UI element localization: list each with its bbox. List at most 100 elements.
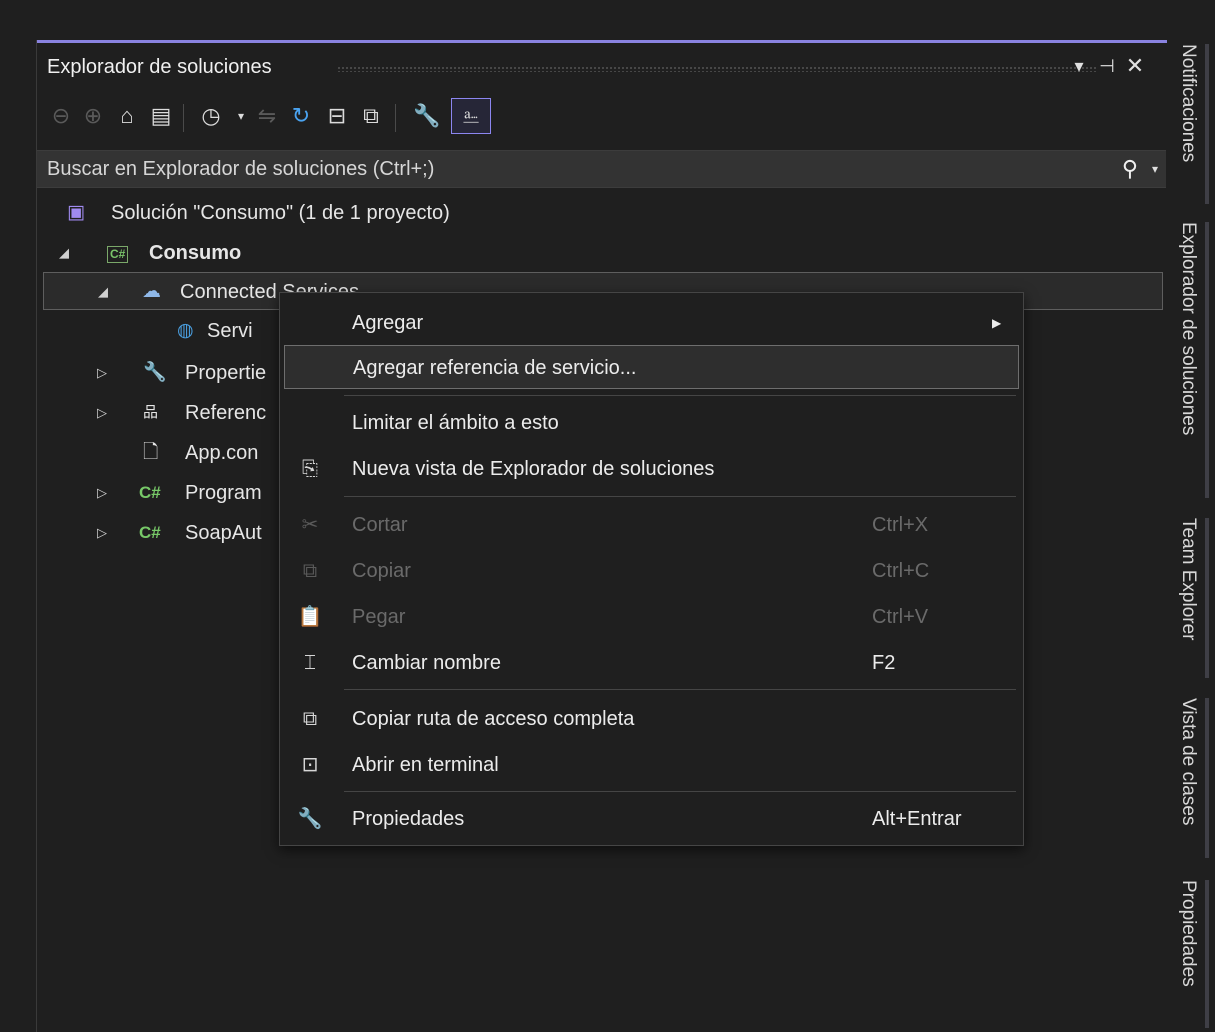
tree-item-label: Servi — [207, 320, 253, 342]
tree-item-label: Propertie — [185, 362, 267, 384]
dock-tab-propiedades[interactable]: Propiedades — [1175, 880, 1201, 987]
menu-item-label: Cambiar nombre — [352, 652, 501, 674]
menu-separator — [344, 791, 1016, 792]
scissors-icon: ✂ — [301, 514, 319, 536]
csharp-project-icon: C# — [107, 234, 129, 272]
panel-title: Explorador de soluciones — [47, 56, 272, 78]
menu-item-limitar-ambito[interactable]: Limitar el ámbito a esto — [284, 401, 1019, 445]
dock-tab-indicator — [1205, 880, 1209, 1028]
window-position-dropdown-icon[interactable]: ▾ — [1067, 52, 1091, 80]
menu-item-agregar-referencia-servicio[interactable]: Agregar referencia de servicio... — [284, 345, 1019, 389]
menu-item-shortcut: Ctrl+V — [872, 606, 929, 628]
collapsed-arrow-icon[interactable]: ▷ — [97, 514, 107, 552]
menu-item-label: Copiar — [352, 560, 411, 582]
dock-tab-vista-clases[interactable]: Vista de clases — [1175, 698, 1201, 825]
dock-tab-indicator — [1205, 698, 1209, 858]
menu-item-shortcut: Ctrl+X — [872, 514, 929, 536]
toolbar-separator — [395, 104, 396, 132]
wrench-icon: 🔧 — [297, 808, 323, 830]
collapsed-arrow-icon[interactable]: ▷ — [97, 394, 107, 432]
home-icon[interactable]: ⌂ — [111, 100, 143, 132]
tree-item-label: Solución "Consumo" (1 de 1 proyecto) — [111, 202, 450, 224]
menu-separator — [344, 496, 1016, 497]
solution-explorer-toolbar: ⊖ ⊕ ⌂ ▤ ◷ ▾ ⇋ ↻ ⊟ ⧉ 🔧 ⎁ — [45, 96, 1145, 140]
dock-tab-indicator — [1205, 518, 1209, 678]
dock-tab-team-explorer[interactable]: Team Explorer — [1175, 518, 1201, 641]
new-view-icon: ⎘ — [302, 458, 318, 480]
close-panel-icon[interactable]: ✕ — [1123, 52, 1147, 80]
paste-icon: 📋 — [297, 606, 323, 628]
menu-item-propiedades[interactable]: 🔧 Propiedades Alt+Entrar — [284, 797, 1019, 841]
menu-item-abrir-terminal[interactable]: ⊡ Abrir en terminal — [284, 743, 1019, 787]
search-bar[interactable]: Buscar en Explorador de soluciones (Ctrl… — [37, 150, 1166, 188]
dock-tab-notificaciones[interactable]: Notificaciones — [1175, 44, 1201, 162]
wrench-icon: 🔧 — [143, 362, 167, 383]
menu-item-nueva-vista[interactable]: ⎘ Nueva vista de Explorador de solucione… — [284, 447, 1019, 491]
menu-item-cambiar-nombre[interactable]: ⌶ Cambiar nombre F2 — [284, 641, 1019, 685]
dock-tab-indicator — [1205, 44, 1209, 204]
menu-item-label: Pegar — [352, 606, 406, 628]
dock-tab-indicator — [1205, 222, 1209, 498]
submenu-arrow-icon: ▶ — [992, 316, 1002, 330]
menu-item-copiar[interactable]: ⧉ Copiar Ctrl+C — [284, 549, 1019, 593]
menu-item-label: Agregar — [352, 312, 424, 334]
collapsed-arrow-icon[interactable]: ▷ — [97, 474, 107, 512]
search-options-chevron-icon[interactable]: ▾ — [1152, 153, 1158, 185]
copy-icon: ⧉ — [302, 560, 318, 582]
back-icon[interactable]: ⊖ — [45, 100, 77, 132]
menu-item-label: Abrir en terminal — [352, 754, 499, 776]
pending-changes-filter-icon[interactable]: ◷ — [195, 100, 227, 132]
right-dock-tabs: Notificaciones Explorador de soluciones … — [1167, 40, 1215, 1032]
menu-item-label: Nueva vista de Explorador de soluciones — [352, 458, 715, 480]
menu-item-shortcut: Ctrl+C — [872, 560, 930, 582]
csharp-file-icon: C# — [139, 523, 161, 542]
show-all-files-icon[interactable]: ⧉ — [355, 100, 387, 132]
preview-selected-icon[interactable]: ⎁ — [451, 98, 491, 134]
sync-icon[interactable]: ⇋ — [251, 100, 283, 132]
tree-item-label: App.con — [185, 442, 259, 464]
connected-services-icon: ☁ — [142, 281, 161, 302]
menu-item-label: Cortar — [352, 514, 408, 536]
expanded-arrow-icon[interactable]: ◢ — [59, 234, 69, 272]
forward-icon[interactable]: ⊕ — [77, 100, 109, 132]
csharp-file-icon: C# — [139, 483, 161, 502]
menu-separator — [344, 395, 1016, 396]
menu-item-label: Limitar el ámbito a esto — [352, 412, 559, 434]
search-input[interactable]: Buscar en Explorador de soluciones (Ctrl… — [47, 151, 434, 187]
menu-item-agregar[interactable]: Agregar ▶ — [284, 301, 1019, 345]
service-reference-icon: ◍ — [177, 320, 194, 341]
switch-views-icon[interactable]: ▤ — [145, 100, 177, 132]
references-icon: 品 — [143, 404, 159, 421]
collapse-all-icon[interactable]: ⊟ — [321, 100, 353, 132]
tree-item-label: Consumo — [149, 242, 242, 264]
project-badge: C# — [107, 246, 129, 263]
copy-path-icon: ⧉ — [302, 708, 318, 730]
menu-item-shortcut: F2 — [872, 652, 896, 674]
menu-item-label: Propiedades — [352, 808, 465, 830]
collapsed-arrow-icon[interactable]: ▷ — [97, 354, 107, 392]
menu-item-pegar[interactable]: 📋 Pegar Ctrl+V — [284, 595, 1019, 639]
tree-item-label: SoapAut — [185, 522, 262, 544]
context-menu: Agregar ▶ Agregar referencia de servicio… — [279, 292, 1024, 846]
expanded-arrow-icon[interactable]: ◢ — [98, 273, 108, 311]
tree-item-label: Program — [185, 482, 262, 504]
config-file-icon: 🗋 — [143, 442, 159, 463]
menu-item-label: Agregar referencia de servicio... — [353, 357, 637, 379]
toolbar-separator — [183, 104, 184, 132]
panel-active-accent — [37, 40, 1168, 43]
auto-hide-pin-icon[interactable]: ⊣ — [1095, 52, 1119, 80]
terminal-icon: ⊡ — [301, 754, 319, 776]
dock-tab-explorador[interactable]: Explorador de soluciones — [1175, 222, 1201, 435]
search-icon[interactable]: ⚲ — [1122, 153, 1138, 185]
menu-item-shortcut: Alt+Entrar — [872, 808, 962, 830]
menu-separator — [344, 689, 1016, 690]
solution-icon: ▣ — [67, 202, 85, 223]
menu-item-copiar-ruta[interactable]: ⧉ Copiar ruta de acceso completa — [284, 697, 1019, 741]
refresh-icon[interactable]: ↻ — [285, 100, 317, 132]
menu-item-label: Copiar ruta de acceso completa — [352, 708, 635, 730]
ide-top-area — [0, 0, 1215, 40]
tree-item-label: Referenc — [185, 402, 267, 424]
title-drag-grip[interactable] — [337, 66, 1097, 72]
properties-icon[interactable]: 🔧 — [411, 100, 443, 132]
menu-item-cortar[interactable]: ✂ Cortar Ctrl+X — [284, 503, 1019, 547]
